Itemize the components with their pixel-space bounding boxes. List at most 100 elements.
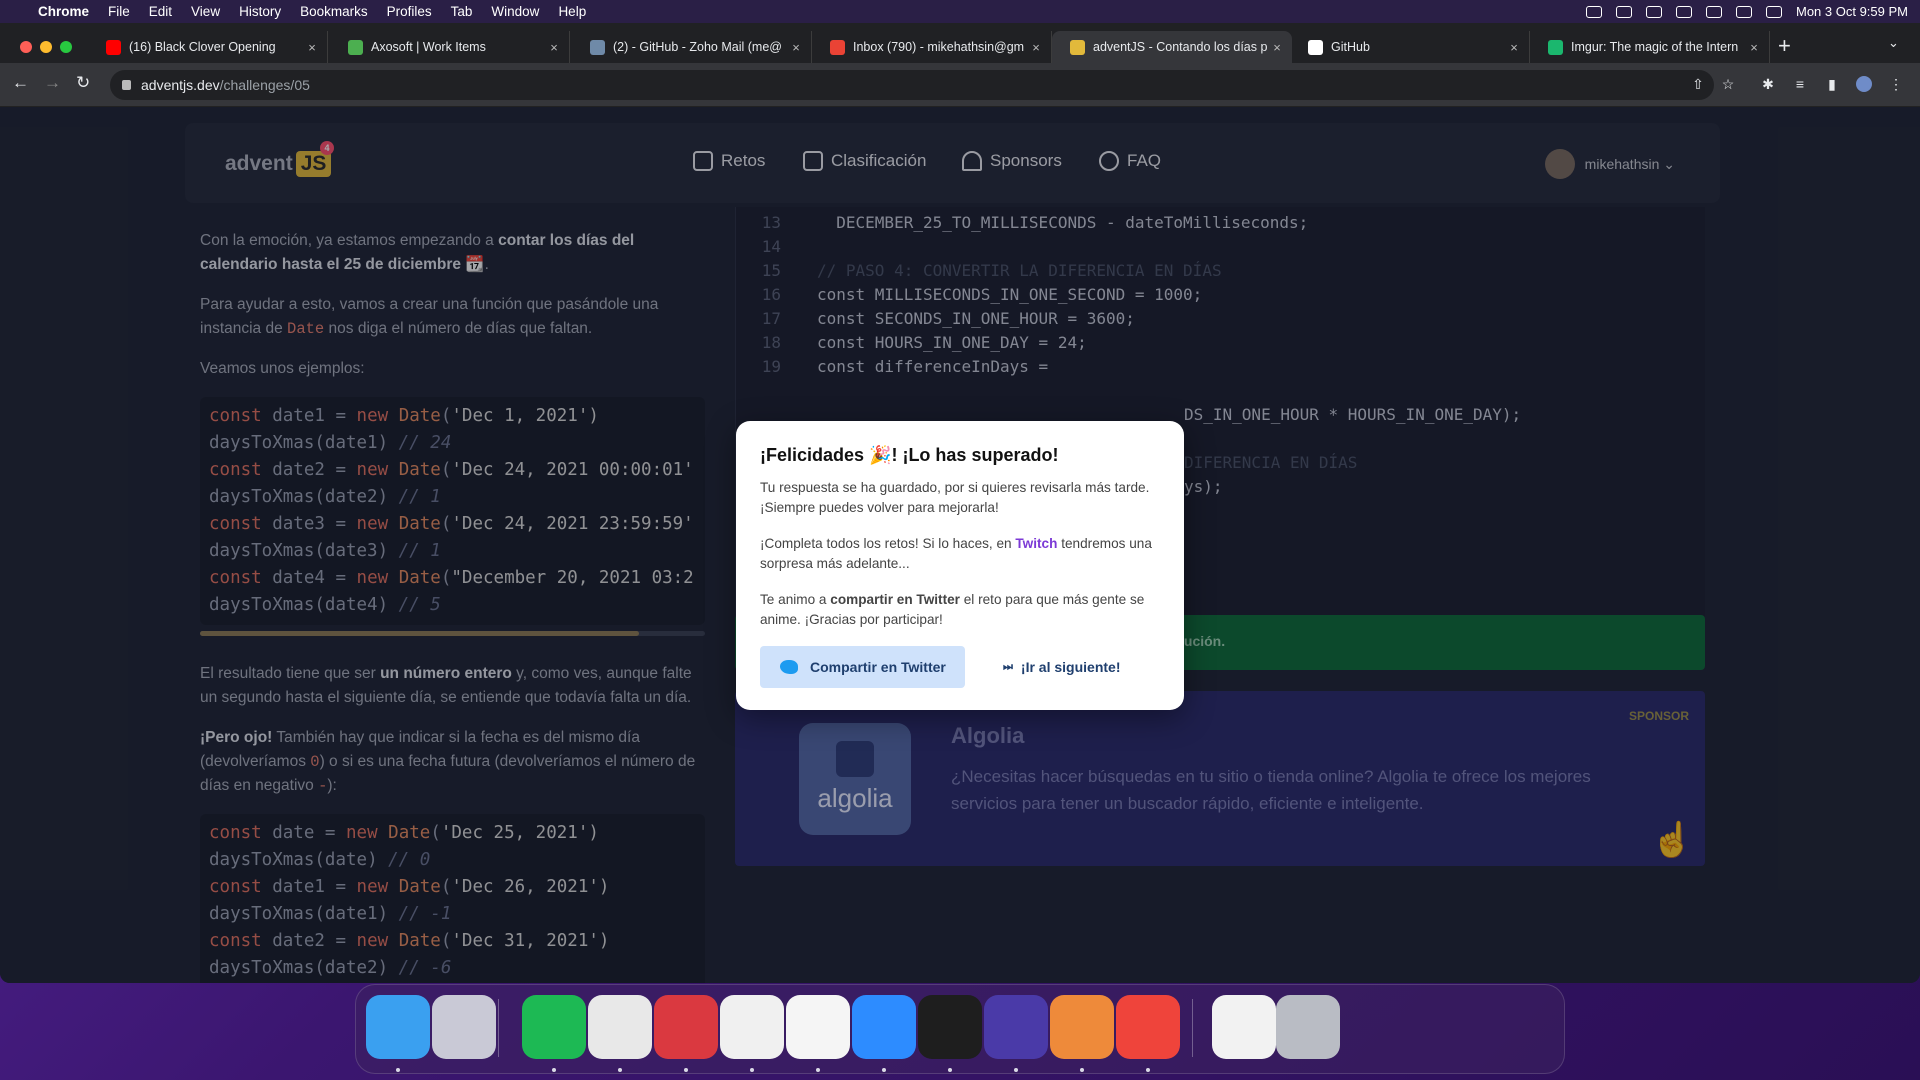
running-indicator [684, 1068, 688, 1072]
browser-tab[interactable]: Axosoft | Work Items × [330, 31, 570, 63]
browser-tab[interactable]: Inbox (790) - mikehathsin@gm × [812, 31, 1052, 63]
expressvpn-icon[interactable] [654, 995, 718, 1059]
menu-edit[interactable]: Edit [149, 4, 172, 19]
menu-view[interactable]: View [191, 4, 220, 19]
vscode-icon[interactable] [720, 995, 784, 1059]
bookmark-star-icon[interactable]: ☆ [1720, 76, 1736, 92]
zoom-icon[interactable] [852, 995, 916, 1059]
app-purple-icon[interactable] [984, 995, 1048, 1059]
share-icon[interactable]: ⇧ [1690, 76, 1706, 92]
close-tab-icon[interactable]: × [1268, 40, 1286, 55]
running-indicator [816, 1068, 820, 1072]
modal-title: ¡Felicidades 🎉! ¡Lo has superado! [760, 445, 1059, 465]
trash-icon[interactable] [1276, 995, 1340, 1059]
forward-button[interactable]: → [44, 73, 61, 93]
profile-avatar[interactable] [1856, 76, 1872, 92]
menu-history[interactable]: History [239, 4, 281, 19]
running-indicator [552, 1068, 556, 1072]
menu-window[interactable]: Window [491, 4, 539, 19]
extensions-icon[interactable]: ✱ [1760, 76, 1776, 92]
spotify-icon[interactable] [522, 995, 586, 1059]
new-tab-button[interactable]: + [1778, 33, 1791, 59]
gmail-icon [830, 39, 845, 55]
close-tab-icon[interactable]: × [787, 40, 805, 55]
browser-tab[interactable]: (2) - GitHub - Zoho Mail (me@ × [572, 31, 812, 63]
openvpn-icon[interactable] [1050, 995, 1114, 1059]
reload-button[interactable]: ↻ [76, 73, 90, 93]
close-tab-icon[interactable]: × [1505, 40, 1523, 55]
running-indicator [1014, 1068, 1018, 1072]
dock-separator [1192, 999, 1193, 1057]
minimize-window-button[interactable] [40, 41, 52, 53]
tab-title: GitHub [1331, 40, 1370, 54]
browser-tab[interactable]: GitHub × [1290, 31, 1530, 63]
back-button[interactable]: ← [12, 73, 29, 93]
lock-icon[interactable] [122, 80, 131, 90]
chrome-icon[interactable] [588, 995, 652, 1059]
menu-bookmarks[interactable]: Bookmarks [300, 4, 368, 19]
chrome-menu-icon[interactable]: ⋮ [1888, 76, 1904, 92]
modal-twitch-text: ¡Completa todos los retos! Si lo haces, … [760, 536, 1152, 571]
screen-record-icon[interactable] [1586, 5, 1602, 18]
close-tab-icon[interactable]: × [303, 40, 321, 55]
macos-dock [355, 984, 1565, 1074]
zoom-window-button[interactable] [60, 41, 72, 53]
close-tab-icon[interactable]: × [545, 40, 563, 55]
menubar-clock[interactable]: Mon 3 Oct 9:59 PM [1796, 4, 1908, 19]
close-tab-icon[interactable]: × [1745, 40, 1763, 55]
success-modal: ¡Felicidades 🎉! ¡Lo has superado! Tu res… [736, 421, 1184, 710]
address-bar[interactable]: adventjs.dev/challenges/05 [110, 70, 1714, 100]
spotlight-search-icon[interactable] [1736, 5, 1752, 18]
reading-list-icon[interactable]: ≡ [1792, 76, 1808, 92]
menu-app-chrome[interactable]: Chrome [38, 4, 89, 19]
menu-profiles[interactable]: Profiles [387, 4, 432, 19]
running-indicator [618, 1068, 622, 1072]
twitch-link[interactable]: Twitch [1015, 536, 1057, 551]
skip-next-icon: ⏭ [1003, 660, 1013, 673]
running-indicator [882, 1068, 886, 1072]
menu-file[interactable]: File [108, 4, 130, 19]
tab-title: Inbox (790) - mikehathsin@gm [853, 40, 1025, 54]
launchpad-icon[interactable] [432, 995, 496, 1059]
next-challenge-label: ¡Ir al siguiente! [1020, 659, 1121, 675]
next-challenge-button[interactable]: ⏭ ¡Ir al siguiente! [1003, 659, 1120, 675]
preview-window-icon[interactable] [1212, 995, 1276, 1059]
zoho-mail-icon [590, 39, 605, 55]
url-domain: adventjs.dev [141, 77, 220, 93]
tab-search-chevron-icon[interactable]: ⌄ [1888, 35, 1899, 51]
github-icon [1308, 39, 1323, 55]
adventjs-icon [1070, 39, 1085, 55]
tab-title: adventJS - Contando los días p [1093, 40, 1268, 54]
status-app-icon[interactable] [1616, 5, 1632, 18]
bluetooth-icon[interactable] [1646, 5, 1662, 18]
imgur-icon [1548, 39, 1563, 55]
url-path: /challenges/05 [219, 77, 310, 93]
close-window-button[interactable] [20, 41, 32, 53]
anydesk-icon[interactable] [1116, 995, 1180, 1059]
close-tab-icon[interactable]: × [1027, 40, 1045, 55]
menu-tab[interactable]: Tab [451, 4, 473, 19]
share-twitter-button[interactable]: Compartir en Twitter [760, 646, 965, 688]
tab-title: (16) Black Clover Opening [129, 40, 276, 54]
web-page: advent JS 4 Retos Clasificación Sponsors … [0, 107, 1920, 983]
browser-tab[interactable]: Imgur: The magic of the Intern × [1530, 31, 1770, 63]
side-panel-icon[interactable]: ▮ [1824, 76, 1840, 92]
battery-icon[interactable] [1676, 5, 1692, 18]
terminal-icon[interactable] [918, 995, 982, 1059]
modal-share-text: Te animo a compartir en Twitter el reto … [760, 592, 1145, 627]
tab-title: (2) - GitHub - Zoho Mail (me@ [613, 40, 782, 54]
dock-separator [498, 999, 499, 1057]
wifi-icon[interactable] [1706, 5, 1722, 18]
menu-help[interactable]: Help [558, 4, 586, 19]
twitter-icon [780, 660, 798, 674]
tab-strip: (16) Black Clover Opening × Axosoft | Work… [0, 23, 1920, 63]
axosoft-icon [348, 39, 363, 55]
finder-icon[interactable] [366, 995, 430, 1059]
running-indicator [1146, 1068, 1150, 1072]
control-center-icon[interactable] [1766, 5, 1782, 18]
browser-window: (16) Black Clover Opening × Axosoft | Work… [0, 23, 1920, 983]
modal-saved-text: Tu respuesta se ha guardado, por si quie… [760, 480, 1150, 515]
browser-tab[interactable]: adventJS - Contando los días p × [1052, 31, 1292, 63]
browser-tab[interactable]: (16) Black Clover Opening × [88, 31, 328, 63]
slack-icon[interactable] [786, 995, 850, 1059]
